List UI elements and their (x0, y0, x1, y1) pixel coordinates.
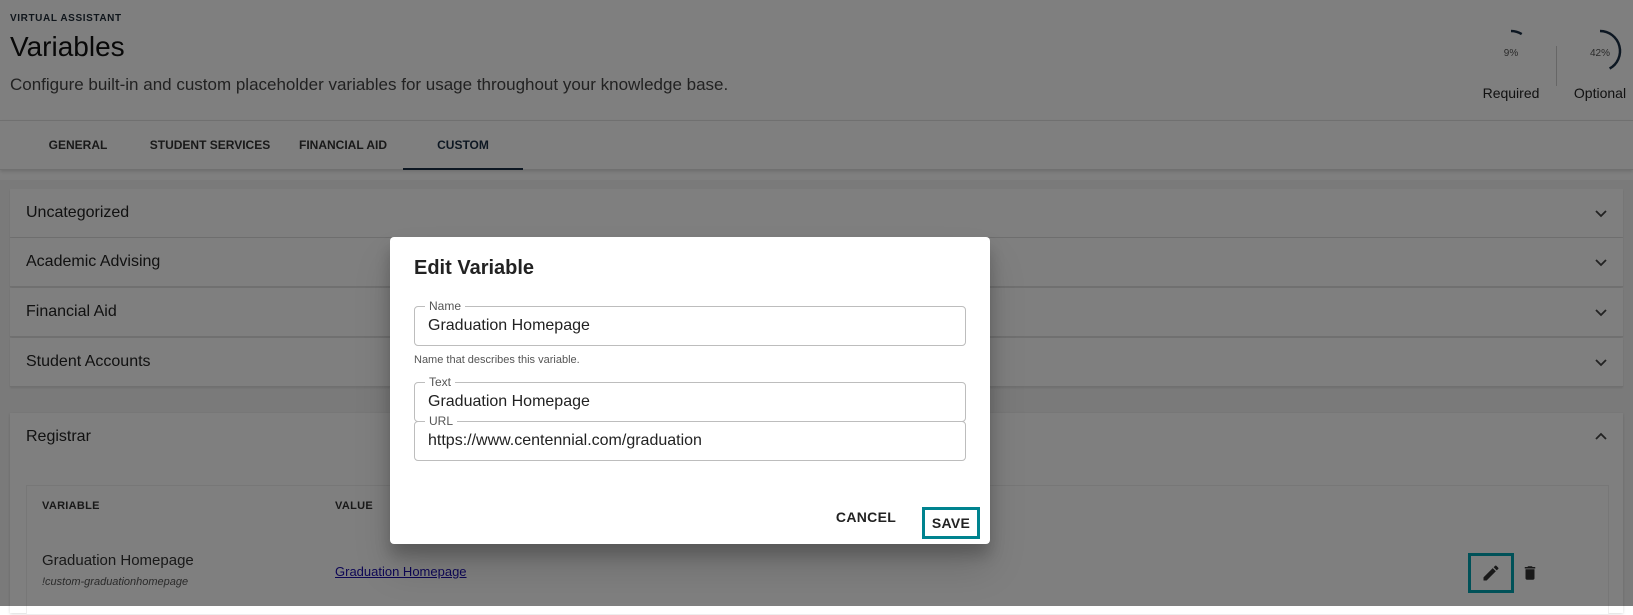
cancel-button[interactable]: CANCEL (830, 502, 902, 532)
text-field: Text (414, 375, 966, 422)
text-input[interactable] (428, 383, 948, 421)
name-input[interactable] (428, 307, 948, 345)
save-button[interactable]: SAVE (922, 507, 980, 539)
dialog-title: Edit Variable (414, 257, 535, 279)
url-field: URL (414, 414, 966, 461)
name-helper-text: Name that describes this variable. (414, 354, 580, 366)
url-input[interactable] (428, 422, 948, 460)
edit-variable-dialog: Edit Variable Name Name that describes t… (390, 237, 990, 544)
variables-page: VIRTUAL ASSISTANT Variables Configure bu… (0, 0, 1633, 615)
name-field: Name (414, 299, 966, 346)
